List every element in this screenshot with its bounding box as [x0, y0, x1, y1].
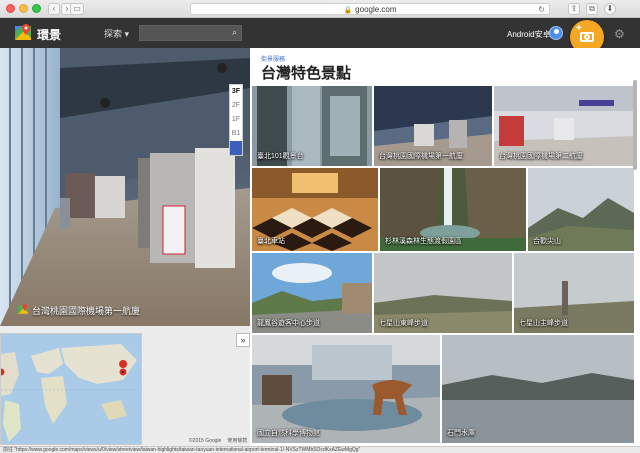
app-header: 環景 探索 ▾ ⌕ Android安卓 ⚙	[0, 18, 640, 48]
tile-science-museum[interactable]: 國立自然科學博物館	[252, 335, 440, 443]
floor-indicator	[230, 141, 242, 155]
downloads-icon[interactable]: ⬇	[604, 3, 616, 15]
page-title: 台灣特色景點	[261, 65, 352, 82]
tile-label: 石門水庫	[447, 430, 475, 437]
pano-caption: 台灣桃園國際機場第一航廈	[18, 304, 140, 317]
chevron-double-right-icon[interactable]: »	[236, 333, 250, 347]
tile-label: 合歡尖山	[533, 238, 561, 245]
url-bar[interactable]: 🔒 google.com ↻	[190, 3, 550, 15]
map-copyright: ©2015 Google 使用條款	[189, 437, 253, 444]
sidebar-toggle-icon[interactable]: ▭	[70, 3, 84, 15]
tile-longfenggu[interactable]: 龍鳳谷遊客中心步道	[252, 253, 372, 333]
maps-logo-icon[interactable]	[15, 24, 31, 42]
browser-toolbar: ‹ › ▭ 🔒 google.com ↻ ⇪ ⧉ ⬇	[0, 0, 640, 18]
reload-icon[interactable]: ↻	[538, 4, 545, 15]
tile-taipei-101[interactable]: 臺北101觀景台	[252, 86, 372, 166]
gear-icon[interactable]: ⚙	[614, 27, 625, 41]
url-text: google.com	[355, 5, 397, 14]
panel-scrollbar[interactable]	[633, 80, 637, 170]
floor-selector: 3F 2F 1F B1	[229, 84, 243, 156]
back-button[interactable]: ‹	[48, 3, 60, 15]
copyright-text: ©2015 Google	[189, 438, 222, 444]
tile-taoyuan-t1[interactable]: 台灣桃園國際機場第一航廈	[374, 86, 492, 166]
camera-lens-icon	[584, 34, 590, 40]
search-input[interactable]	[140, 29, 225, 44]
tile-qixing-main[interactable]: 七星山主峰步道	[514, 253, 634, 333]
world-minimap[interactable]	[0, 333, 142, 445]
tile-hehuan-jianshan[interactable]: 合歡尖山	[528, 168, 634, 251]
tile-label: 臺北車站	[257, 238, 285, 245]
tile-taoyuan-t2[interactable]: 台灣桃園國際機場第二航廈	[494, 86, 634, 166]
tile-label: 七星山主峰步道	[519, 320, 568, 327]
tile-label: 龍鳳谷遊客中心步道	[257, 320, 320, 327]
zoom-window-button[interactable]	[32, 4, 41, 13]
floor-option[interactable]: 3F	[230, 85, 242, 99]
tile-label: 台灣桃園國際機場第一航廈	[379, 153, 463, 160]
avatar[interactable]	[549, 26, 563, 40]
explore-menu[interactable]: 探索 ▾	[104, 27, 129, 40]
floor-option[interactable]: B1	[230, 127, 242, 141]
tile-shimen-reservoir[interactable]: 石門水庫	[442, 335, 634, 443]
search-icon[interactable]: ⌕	[232, 27, 237, 38]
lock-icon: 🔒	[343, 7, 353, 14]
minimize-window-button[interactable]	[19, 4, 28, 13]
share-icon[interactable]: ⇪	[568, 3, 580, 15]
tile-label: 杉林溪森林生態渡假園區	[385, 238, 462, 245]
search-box: ⌕	[139, 25, 242, 44]
tile-label: 七星山東峰步道	[379, 320, 428, 327]
tabs-icon[interactable]: ⧉	[586, 3, 598, 15]
terms-link[interactable]: 使用條款	[227, 438, 247, 444]
street-view-panorama[interactable]: 3F 2F 1F B1 台灣桃園國際機場第一航廈	[0, 48, 250, 326]
collection-panel: 街景服務 台灣特色景點 臺北101觀景台 台灣桃園國際機場第一航廈 台灣桃園國際…	[250, 48, 640, 446]
tile-qixing-east[interactable]: 七星山東峰步道	[374, 253, 512, 333]
user-name[interactable]: Android安卓	[507, 29, 551, 40]
terminal-pano-image	[0, 48, 250, 326]
floor-option[interactable]: 1F	[230, 113, 242, 127]
pano-caption-text: 台灣桃園國際機場第一航廈	[32, 306, 141, 316]
world-map-image	[1, 334, 141, 444]
tile-shanlinxi[interactable]: 杉林溪森林生態渡假園區	[380, 168, 526, 251]
tile-label: 台灣桃園國際機場第二航廈	[499, 153, 583, 160]
maps-pin-icon	[18, 304, 28, 314]
tile-label: 臺北101觀景台	[257, 153, 304, 160]
close-window-button[interactable]	[6, 4, 15, 13]
tile-image	[252, 335, 440, 443]
tile-taipei-main-station[interactable]: 臺北車站	[252, 168, 378, 251]
floor-option[interactable]: 2F	[230, 99, 242, 113]
tile-image	[442, 335, 634, 443]
tile-label: 國立自然科學博物館	[257, 430, 320, 437]
browser-status-bar: 前往 "https://www.google.com/maps/views/u/…	[0, 446, 640, 453]
app-title: 環景	[37, 28, 62, 42]
